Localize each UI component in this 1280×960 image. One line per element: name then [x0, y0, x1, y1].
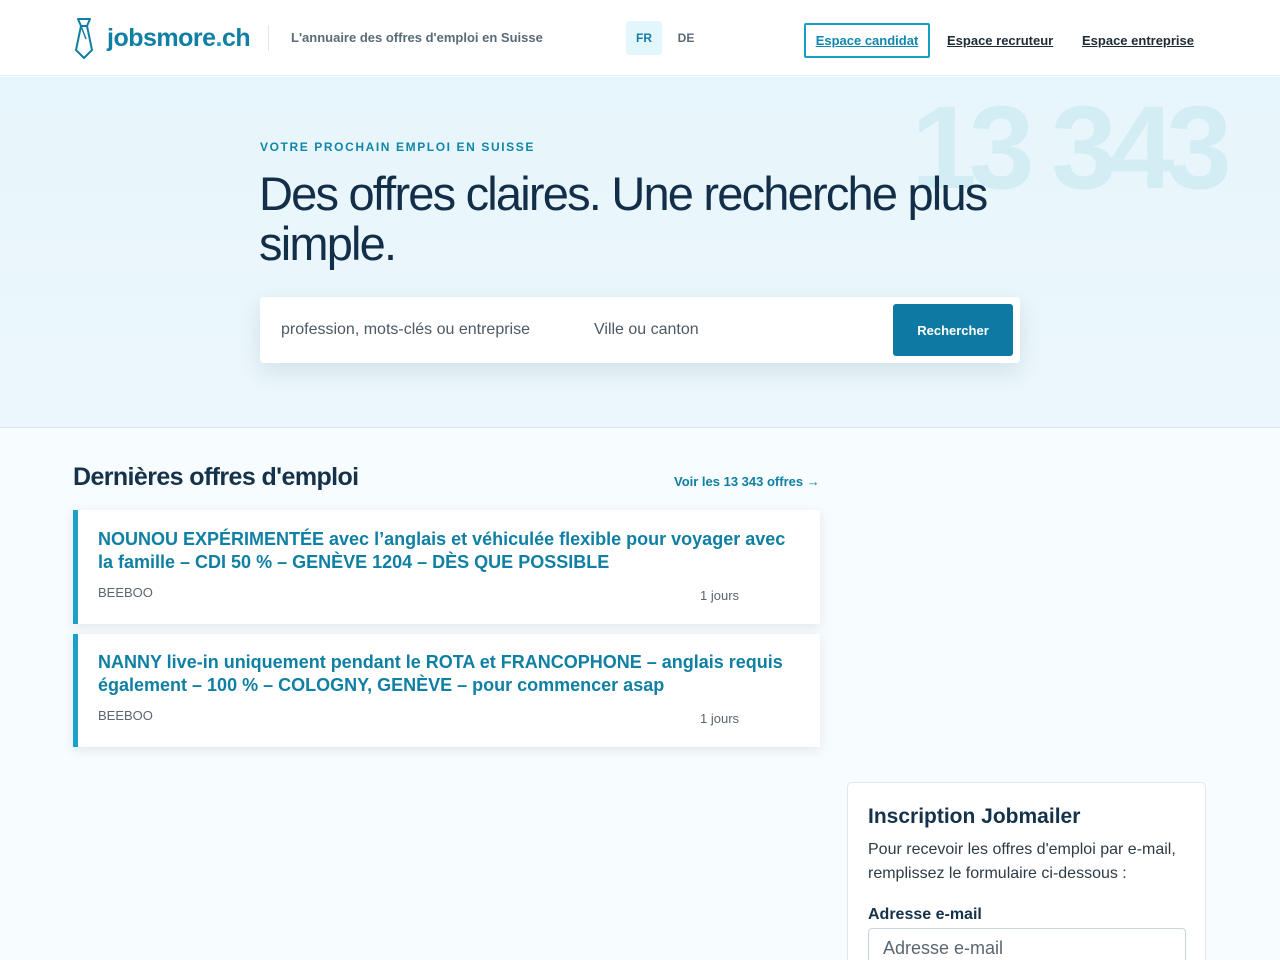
hero-title: Des offres claires. Une recherche plus s… — [259, 167, 988, 270]
language-fr-button[interactable]: FR — [626, 21, 662, 55]
nav-espace-candidat[interactable]: Espace candidat — [804, 23, 930, 58]
nav-espace-entreprise[interactable]: Espace entreprise — [1082, 33, 1194, 48]
jobmailer-panel: Inscription Jobmailer Pour recevoir les … — [847, 782, 1206, 960]
tie-icon — [75, 18, 93, 59]
job-title[interactable]: NANNY live-in uniquement pendant le ROTA… — [98, 651, 798, 697]
job-title[interactable]: NOUNOU EXPÉRIMENTÉE avec l’anglais et vé… — [98, 528, 798, 574]
job-age: 1 jours — [700, 711, 740, 726]
hero-section: 13 343 VOTRE PROCHAIN EMPLOI EN SUISSE D… — [0, 77, 1280, 428]
jobmailer-title: Inscription Jobmailer — [868, 805, 1081, 828]
email-field[interactable] — [868, 928, 1186, 960]
search-button[interactable]: Rechercher — [893, 304, 1013, 356]
see-all-jobs-link[interactable]: Voir les 13 343 offres → — [674, 474, 820, 489]
nav-espace-recruteur[interactable]: Espace recruteur — [947, 33, 1053, 48]
site-header: jobsmore.ch L'annuaire des offres d'empl… — [0, 0, 1280, 76]
job-card[interactable]: NOUNOU EXPÉRIMENTÉE avec l’anglais et vé… — [73, 510, 820, 624]
hero-eyebrow: VOTRE PROCHAIN EMPLOI EN SUISSE — [260, 140, 535, 154]
search-form: Rechercher — [260, 297, 1020, 363]
job-company: BEEBOO — [98, 708, 153, 723]
latest-jobs-title: Dernières offres d'emploi — [73, 463, 359, 491]
header-divider — [268, 25, 269, 51]
jobmailer-description: Pour recevoir les offres d'emploi par e-… — [868, 841, 1176, 882]
job-age: 1 jours — [700, 588, 740, 603]
email-label: Adresse e-mail — [868, 906, 982, 923]
job-card[interactable]: NANNY live-in uniquement pendant le ROTA… — [73, 634, 820, 747]
logo-text: jobsmore.ch — [107, 23, 251, 52]
language-de-button[interactable]: DE — [668, 21, 704, 55]
job-company: BEEBOO — [98, 585, 153, 600]
site-tagline: L'annuaire des offres d'emploi en Suisse — [291, 30, 543, 45]
logo-link[interactable]: jobsmore.ch — [72, 16, 251, 60]
search-keywords-input[interactable] — [281, 309, 571, 351]
search-location-input[interactable] — [594, 309, 874, 351]
